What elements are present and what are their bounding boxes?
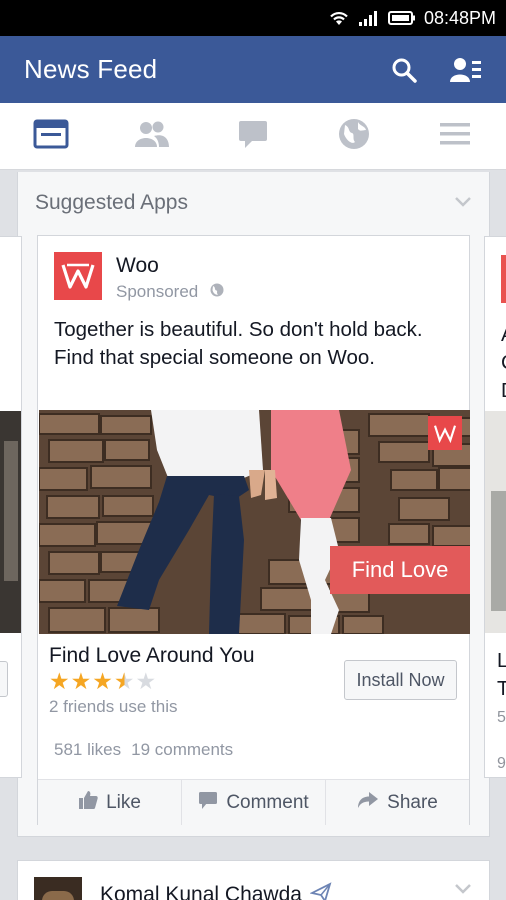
post-author[interactable]: Komal Kunal Chawda [100,881,332,900]
next-card-image [485,411,506,633]
feed-post: Komal Kunal Chawda [17,860,490,900]
woo-corner-logo [428,416,462,450]
globe-icon [338,118,370,155]
next-card-friends: 5 [497,709,506,726]
cta-title[interactable]: Find Love Around You [49,644,255,668]
friend-requests-icon[interactable] [444,48,488,92]
search-icon[interactable] [382,48,426,92]
tab-bar [0,103,506,170]
like-button[interactable]: Like [38,780,182,825]
star-full-icon: ★ [70,668,92,694]
tab-messages[interactable] [202,103,303,169]
ad-image[interactable]: Find Love [39,410,470,634]
airplane-icon [309,881,332,900]
install-now-button[interactable]: Install Now [344,660,457,700]
star-empty-icon: ★ [135,668,157,694]
globe-icon [210,282,224,302]
star-full-icon: ★ [92,668,113,694]
star-rating: ★ ★ ★ ★ ★ [49,668,156,694]
next-suggestion-card[interactable]: A C D L T 5 9 [484,236,506,778]
engagement-counts[interactable]: 581 likes 19 comments [54,740,233,760]
woo-logo[interactable] [54,252,102,300]
title-bar: News Feed [0,36,506,103]
comment-icon [198,790,218,816]
next-card-cta-title: L T [497,647,506,703]
sponsored-label: Sponsored [116,282,224,302]
share-button[interactable]: Share [326,780,469,825]
thumbs-up-icon [78,790,98,816]
card-header: Woo Sponsored [54,252,224,302]
tab-news-feed[interactable] [0,103,101,169]
news-feed-icon [33,119,69,154]
clock: 08:48PM [423,7,496,28]
previous-suggestion-card[interactable] [0,236,22,778]
tab-notifications[interactable] [304,103,405,169]
friends-use-text: 2 friends use this [49,697,178,716]
woo-ad-card: Woo Sponsored Together is beautiful. So … [37,235,470,825]
action-bar: Like Comment Share [38,779,469,825]
menu-icon [439,121,471,152]
friends-icon [134,120,170,153]
messages-icon [237,119,269,154]
tab-more[interactable] [405,103,506,169]
next-card-counts: 9 [497,755,506,772]
signal-icon [358,9,380,27]
chevron-down-icon[interactable] [455,194,471,212]
app-name[interactable]: Woo [116,252,224,280]
comments-count[interactable]: 19 comments [131,740,233,760]
star-half-icon: ★ [113,668,135,694]
suggested-apps-title: Suggested Apps [35,191,188,214]
battery-icon [387,10,416,26]
status-bar: 08:48PM [0,0,506,36]
star-full-icon: ★ [49,668,70,694]
share-icon [357,791,379,815]
find-love-overlay: Find Love [330,546,470,594]
likes-count[interactable]: 581 likes [54,740,121,760]
chevron-down-icon[interactable] [455,881,471,899]
page-title: News Feed [24,54,158,84]
next-card-logo [501,255,506,303]
avatar[interactable] [34,877,82,900]
wifi-icon [328,9,350,27]
ad-description: Together is beautiful. So don't hold bac… [54,318,423,369]
next-card-text: A C D [501,321,506,405]
comment-button[interactable]: Comment [182,780,326,825]
previous-card-image [0,411,21,633]
tab-friends[interactable] [101,103,202,169]
previous-card-button[interactable] [0,661,8,697]
